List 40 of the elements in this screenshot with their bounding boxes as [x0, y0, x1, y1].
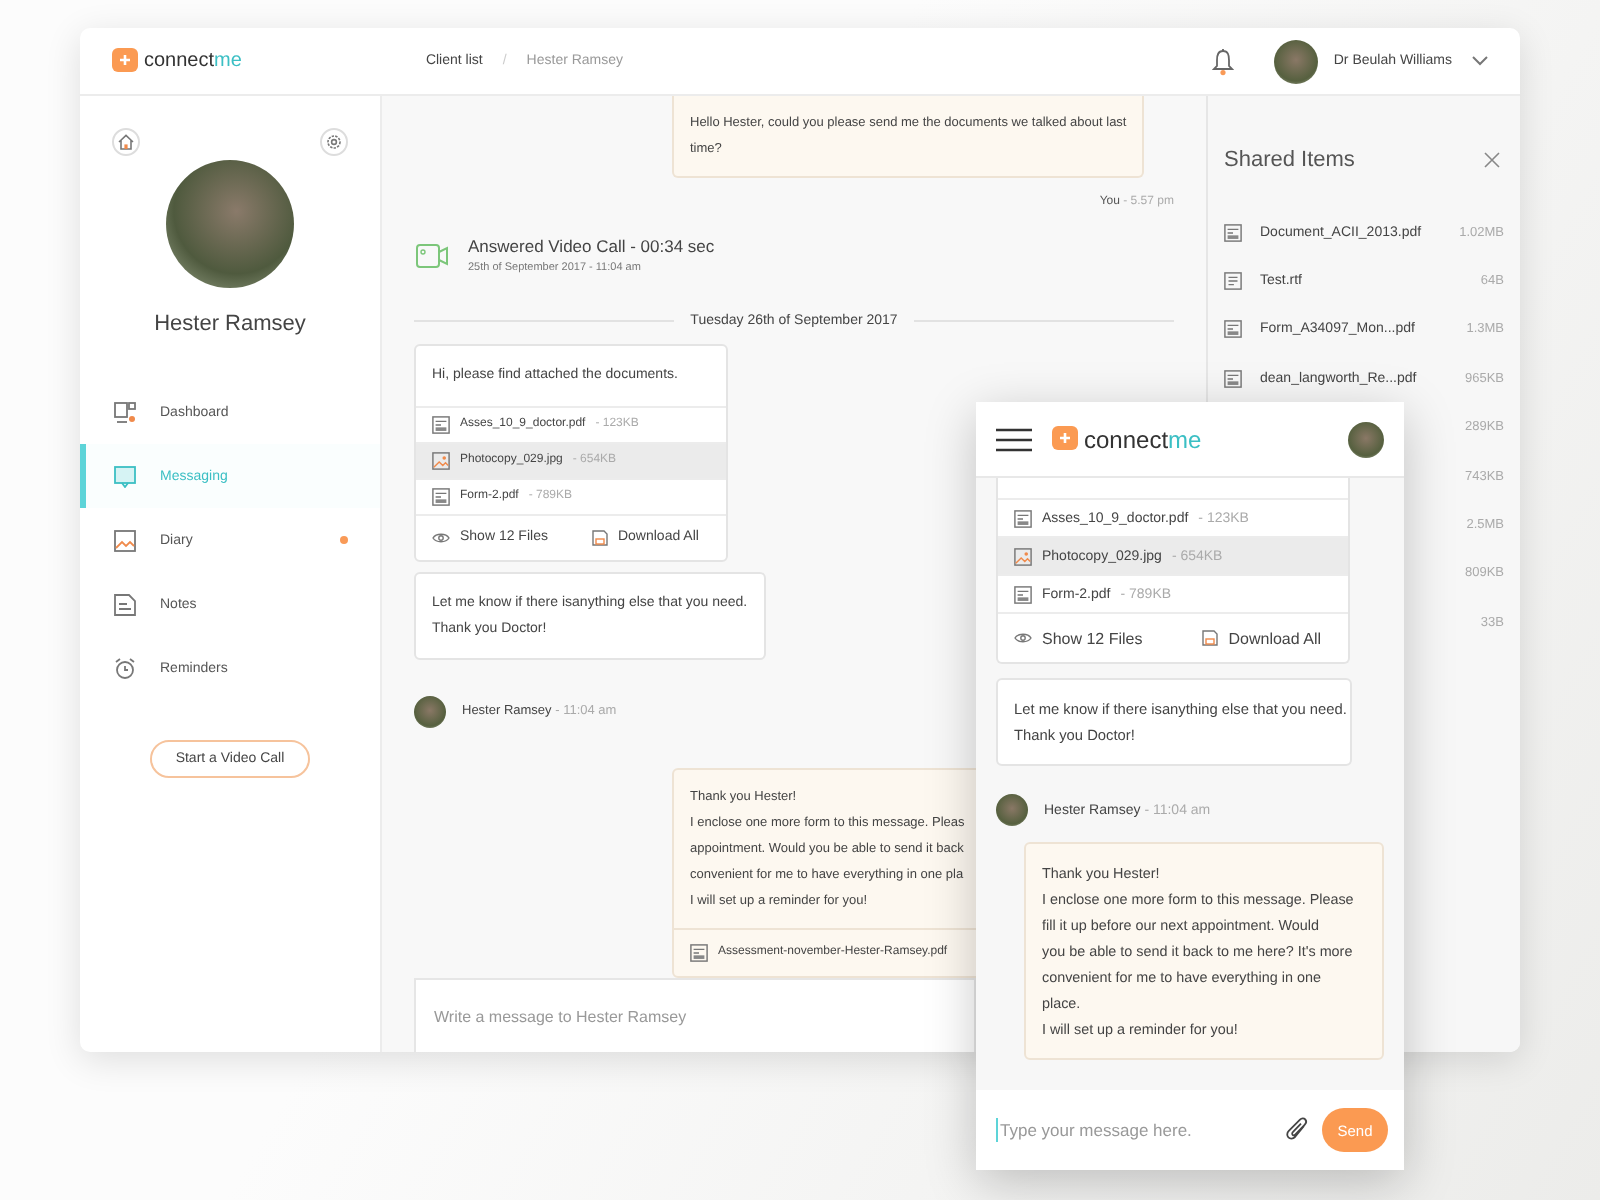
pdf-file-icon — [1014, 509, 1032, 527]
avatar-image — [414, 695, 446, 728]
pdf-file-icon — [432, 415, 450, 434]
download-all-button[interactable]: Download All — [1202, 629, 1321, 647]
image-file-icon — [1014, 547, 1032, 565]
image-file-icon — [432, 451, 450, 470]
picture-icon — [114, 529, 136, 551]
pdf-file-icon — [690, 943, 708, 962]
logo-icon — [1052, 426, 1078, 452]
menu-icon[interactable] — [996, 427, 1032, 451]
chat-icon — [114, 465, 136, 487]
logo-text: connectme — [1084, 425, 1202, 453]
pdf-file-icon — [1224, 320, 1242, 339]
alarm-clock-icon — [114, 657, 136, 679]
chevron-down-icon[interactable] — [1472, 56, 1488, 66]
home-icon[interactable] — [118, 134, 134, 150]
avatar-image — [1348, 421, 1384, 457]
show-files-button[interactable]: Show 12 Files — [1014, 629, 1143, 647]
settings-icon[interactable] — [326, 134, 342, 150]
paperclip-icon[interactable] — [1286, 1116, 1310, 1144]
pdf-file-icon — [1224, 369, 1242, 388]
close-icon[interactable] — [1484, 152, 1500, 168]
eye-icon — [432, 531, 450, 544]
pdf-file-icon — [1224, 223, 1242, 242]
client-name: Hester Ramsey — [154, 312, 306, 336]
note-icon — [114, 593, 136, 615]
logo-icon — [112, 48, 138, 74]
message-field[interactable]: Write a message to Hester Ramsey — [414, 977, 976, 1052]
eye-icon — [1014, 632, 1032, 644]
avatar-image — [1273, 39, 1318, 83]
text-file-icon — [1224, 272, 1242, 291]
call-title: Answered Video Call - 00:34 sec — [468, 236, 715, 256]
panel-title: Shared Items — [1224, 148, 1355, 172]
pdf-file-icon — [432, 487, 450, 506]
video-camera-icon — [416, 243, 448, 267]
bell-icon[interactable] — [1211, 47, 1234, 75]
avatar-image — [996, 794, 1028, 826]
logo-text: connectme — [144, 50, 242, 72]
pdf-file-icon — [1014, 585, 1032, 603]
dashboard-icon — [114, 401, 136, 423]
